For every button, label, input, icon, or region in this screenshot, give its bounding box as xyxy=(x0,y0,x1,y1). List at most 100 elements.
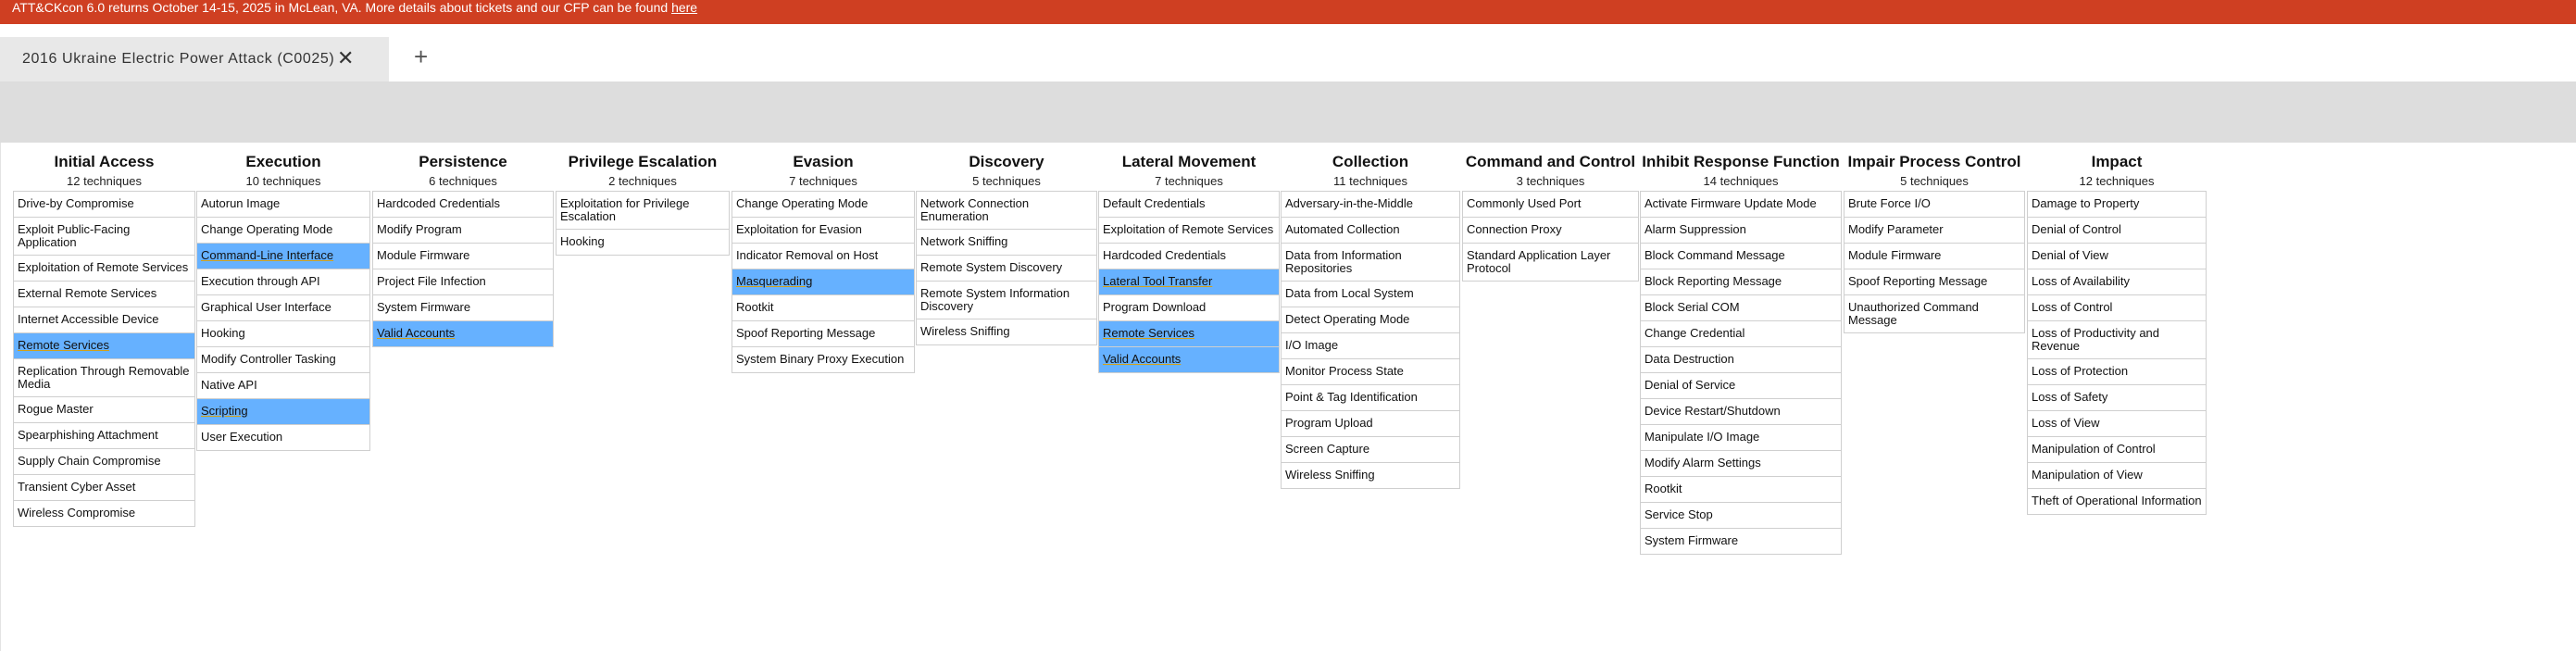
technique-cell[interactable]: Spoof Reporting Message xyxy=(1844,269,2024,294)
technique-cell[interactable]: Screen Capture xyxy=(1282,436,1459,462)
technique-cell[interactable]: Wireless Sniffing xyxy=(917,319,1096,344)
technique-cell[interactable]: Unauthorized Command Message xyxy=(1844,294,2024,332)
technique-cell[interactable]: Spoof Reporting Message xyxy=(732,320,914,346)
tactic-name[interactable]: Privilege Escalation xyxy=(556,152,730,172)
technique-cell[interactable]: Supply Chain Compromise xyxy=(14,448,194,474)
technique-cell[interactable]: Loss of Safety xyxy=(2028,384,2206,410)
technique-cell[interactable]: Masquerading xyxy=(732,269,914,294)
technique-cell[interactable]: Block Reporting Message xyxy=(1641,269,1841,294)
technique-cell[interactable]: Device Restart/Shutdown xyxy=(1641,398,1841,424)
technique-cell[interactable]: Graphical User Interface xyxy=(197,294,369,320)
technique-cell[interactable]: Transient Cyber Asset xyxy=(14,474,194,500)
technique-cell[interactable]: System Firmware xyxy=(1641,528,1841,554)
technique-cell[interactable]: Hardcoded Credentials xyxy=(1099,243,1279,269)
technique-cell[interactable]: Network Connection Enumeration xyxy=(917,191,1096,229)
technique-cell[interactable]: Internet Accessible Device xyxy=(14,307,194,332)
technique-cell[interactable]: Spearphishing Attachment xyxy=(14,422,194,448)
technique-cell[interactable]: External Remote Services xyxy=(14,281,194,307)
technique-cell[interactable]: Wireless Sniffing xyxy=(1282,462,1459,488)
technique-cell[interactable]: Theft of Operational Information xyxy=(2028,488,2206,514)
technique-cell[interactable]: Network Sniffing xyxy=(917,229,1096,255)
technique-cell[interactable]: Alarm Suppression xyxy=(1641,217,1841,243)
technique-cell[interactable]: Replication Through Removable Media xyxy=(14,358,194,396)
technique-cell[interactable]: Exploitation of Remote Services xyxy=(14,255,194,281)
technique-cell[interactable]: Program Upload xyxy=(1282,410,1459,436)
technique-cell[interactable]: Module Firmware xyxy=(1844,243,2024,269)
technique-cell[interactable]: Autorun Image xyxy=(197,191,369,217)
technique-cell[interactable]: Loss of View xyxy=(2028,410,2206,436)
technique-cell[interactable]: Commonly Used Port xyxy=(1463,191,1638,217)
technique-cell[interactable]: Manipulate I/O Image xyxy=(1641,424,1841,450)
technique-cell[interactable]: Exploitation for Evasion xyxy=(732,217,914,243)
tactic-name[interactable]: Collection xyxy=(1281,152,1460,172)
technique-cell[interactable]: Brute Force I/O xyxy=(1844,191,2024,217)
technique-cell[interactable]: Execution through API xyxy=(197,269,369,294)
tactic-name[interactable]: Impair Process Control xyxy=(1844,152,2025,172)
close-icon[interactable]: ✕ xyxy=(337,48,354,69)
technique-cell[interactable]: Rootkit xyxy=(732,294,914,320)
technique-cell[interactable]: Adversary-in-the-Middle xyxy=(1282,191,1459,217)
technique-cell[interactable]: Data from Local System xyxy=(1282,281,1459,307)
technique-cell[interactable]: Hooking xyxy=(556,229,729,255)
technique-cell[interactable]: Native API xyxy=(197,372,369,398)
technique-cell[interactable]: Indicator Removal on Host xyxy=(732,243,914,269)
technique-cell[interactable]: Module Firmware xyxy=(373,243,553,269)
technique-cell[interactable]: Block Serial COM xyxy=(1641,294,1841,320)
tactic-name[interactable]: Command and Control xyxy=(1462,152,1639,172)
technique-cell[interactable]: System Binary Proxy Execution xyxy=(732,346,914,372)
technique-cell[interactable]: Modify Program xyxy=(373,217,553,243)
technique-cell[interactable]: Command-Line Interface xyxy=(197,243,369,269)
technique-cell[interactable]: Monitor Process State xyxy=(1282,358,1459,384)
technique-cell[interactable]: Scripting xyxy=(197,398,369,424)
tactic-name[interactable]: Lateral Movement xyxy=(1098,152,1280,172)
technique-cell[interactable]: Activate Firmware Update Mode xyxy=(1641,191,1841,217)
technique-cell[interactable]: Hooking xyxy=(197,320,369,346)
technique-cell[interactable]: Project File Infection xyxy=(373,269,553,294)
technique-cell[interactable]: Connection Proxy xyxy=(1463,217,1638,243)
technique-cell[interactable]: Exploit Public-Facing Application xyxy=(14,217,194,255)
technique-cell[interactable]: Remote Services xyxy=(1099,320,1279,346)
layer-tab[interactable]: 2016 Ukraine Electric Power Attack (C002… xyxy=(0,37,389,81)
banner-link[interactable]: here xyxy=(671,0,697,15)
technique-cell[interactable]: Remote System Information Discovery xyxy=(917,281,1096,319)
tactic-name[interactable]: Discovery xyxy=(916,152,1097,172)
tactic-name[interactable]: Inhibit Response Function xyxy=(1640,152,1842,172)
technique-cell[interactable]: Change Operating Mode xyxy=(732,191,914,217)
technique-cell[interactable]: Point & Tag Identification xyxy=(1282,384,1459,410)
technique-cell[interactable]: Lateral Tool Transfer xyxy=(1099,269,1279,294)
tactic-name[interactable]: Execution xyxy=(196,152,370,172)
technique-cell[interactable]: Remote System Discovery xyxy=(917,255,1096,281)
technique-cell[interactable]: User Execution xyxy=(197,424,369,450)
technique-cell[interactable]: Valid Accounts xyxy=(373,320,553,346)
technique-cell[interactable]: Wireless Compromise xyxy=(14,500,194,526)
technique-cell[interactable]: Detect Operating Mode xyxy=(1282,307,1459,332)
technique-cell[interactable]: Change Operating Mode xyxy=(197,217,369,243)
technique-cell[interactable]: Valid Accounts xyxy=(1099,346,1279,372)
technique-cell[interactable]: Automated Collection xyxy=(1282,217,1459,243)
technique-cell[interactable]: Modify Parameter xyxy=(1844,217,2024,243)
technique-cell[interactable]: Modify Alarm Settings xyxy=(1641,450,1841,476)
technique-cell[interactable]: Data Destruction xyxy=(1641,346,1841,372)
technique-cell[interactable]: Rogue Master xyxy=(14,396,194,422)
technique-cell[interactable]: Damage to Property xyxy=(2028,191,2206,217)
technique-cell[interactable]: Standard Application Layer Protocol xyxy=(1463,243,1638,281)
technique-cell[interactable]: Loss of Availability xyxy=(2028,269,2206,294)
technique-cell[interactable]: Data from Information Repositories xyxy=(1282,243,1459,281)
technique-cell[interactable]: Exploitation for Privilege Escalation xyxy=(556,191,729,229)
technique-cell[interactable]: Remote Services xyxy=(14,332,194,358)
technique-cell[interactable]: Manipulation of View xyxy=(2028,462,2206,488)
tactic-name[interactable]: Evasion xyxy=(732,152,915,172)
technique-cell[interactable]: Denial of Control xyxy=(2028,217,2206,243)
technique-cell[interactable]: Loss of Control xyxy=(2028,294,2206,320)
technique-cell[interactable]: Denial of Service xyxy=(1641,372,1841,398)
technique-cell[interactable]: Default Credentials xyxy=(1099,191,1279,217)
technique-cell[interactable]: Manipulation of Control xyxy=(2028,436,2206,462)
technique-cell[interactable]: Loss of Productivity and Revenue xyxy=(2028,320,2206,358)
technique-cell[interactable]: Block Command Message xyxy=(1641,243,1841,269)
technique-cell[interactable]: Hardcoded Credentials xyxy=(373,191,553,217)
technique-cell[interactable]: Denial of View xyxy=(2028,243,2206,269)
technique-cell[interactable]: Service Stop xyxy=(1641,502,1841,528)
technique-cell[interactable]: Loss of Protection xyxy=(2028,358,2206,384)
technique-cell[interactable]: Rootkit xyxy=(1641,476,1841,502)
technique-cell[interactable]: Drive-by Compromise xyxy=(14,191,194,217)
